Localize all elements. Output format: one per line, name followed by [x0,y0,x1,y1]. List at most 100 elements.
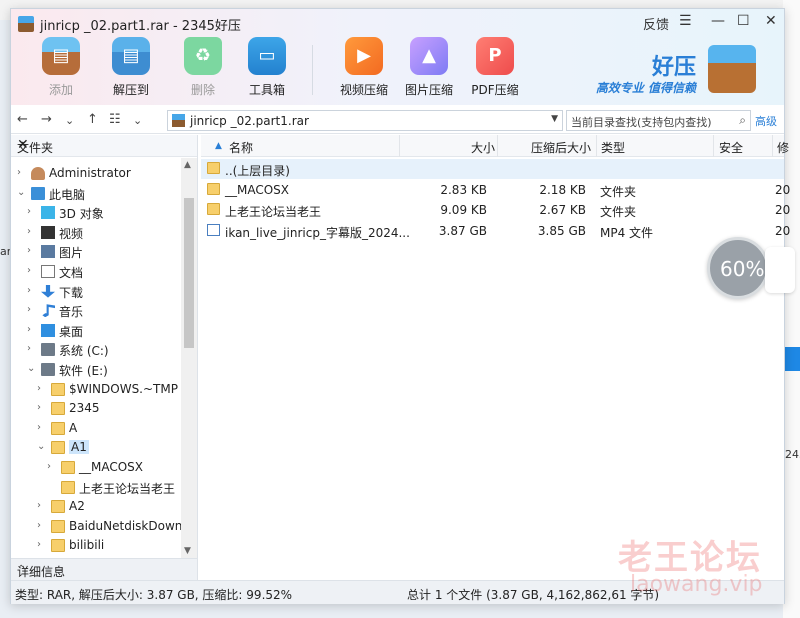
performance-gauge[interactable]: 60% [707,237,769,299]
back-arrow-icon[interactable]: ← [17,112,28,127]
tree-item[interactable]: › 视频 [11,223,181,242]
scroll-up-icon[interactable]: ▲ [184,160,191,170]
column-size[interactable]: 大小 [471,139,495,156]
column-name[interactable]: 名称 [229,139,253,156]
tree-item[interactable]: ⌄ 此电脑 [11,184,181,203]
extract-to-label: 解压到 [112,83,149,97]
scroll-thumb[interactable] [184,198,194,348]
forward-arrow-icon[interactable]: → [41,112,52,127]
tree-item[interactable]: › $WINDOWS.~TMP [11,380,181,399]
table-row[interactable]: ..(上层目录) [201,159,784,179]
view-dropdown-icon[interactable]: ⌄ [133,114,142,127]
expanded-arrow-icon[interactable]: ⌄ [27,363,35,374]
column-packed[interactable]: 压缩后大小 [531,139,591,156]
collapsed-arrow-icon[interactable]: › [27,245,31,256]
tree-scrollbar[interactable]: ▲ ▼ [181,158,197,558]
close-icon[interactable]: ✕ [765,13,777,29]
path-dropdown-icon[interactable]: ▼ [551,114,558,124]
expanded-arrow-icon[interactable]: ⌄ [17,187,25,198]
delete-glyph: ♻ [194,45,212,66]
details-panel-header[interactable]: 详细信息 ⌃ [11,558,198,580]
view-mode-icon[interactable]: ☷ [109,112,121,127]
table-row[interactable]: __MACOSX 2.83 KB 2.18 KB 文件夹 20 [201,180,790,200]
tree-item-label: Administrator [49,166,131,180]
folder-icon [51,382,65,396]
tree-item[interactable]: 上老王论坛当老王 [11,478,181,497]
collapsed-arrow-icon[interactable]: › [37,422,41,433]
tree-item[interactable]: › __MACOSX [11,458,181,477]
search-icon[interactable]: ⌕ [739,113,746,128]
folder-icon [51,421,65,435]
history-dropdown-icon[interactable]: ⌄ [65,114,74,127]
expanded-arrow-icon[interactable]: ⌄ [37,441,45,452]
table-row[interactable]: ikan_live_jinricp_字幕版_2024... 3.87 GB 3.85… [201,221,790,241]
collapsed-arrow-icon[interactable]: › [27,324,31,335]
image-compress-button[interactable]: ▲ 图片压缩 [398,37,460,98]
tree-item[interactable]: ⌄ A1 [11,438,181,457]
collapsed-arrow-icon[interactable]: › [27,226,31,237]
tree-item[interactable]: › 图片 [11,242,181,261]
delete-button[interactable]: ♻ 删除 [172,37,234,98]
expand-icon[interactable]: ⌃ [17,564,189,575]
minimize-icon[interactable]: — [711,13,725,29]
column-divider[interactable] [713,135,714,157]
toolbox-button[interactable]: ▭ 工具箱 [236,37,298,98]
tree-item[interactable]: › 桌面 [11,321,181,340]
tree-item[interactable]: › BaiduNetdiskDownl [11,517,181,536]
collapsed-arrow-icon[interactable]: › [37,539,41,550]
column-divider[interactable] [497,135,498,157]
column-divider[interactable] [399,135,400,157]
tree-item[interactable]: › bilibili [11,536,181,555]
file-list-header: ▲ 名称 大小 压缩后大小 类型 安全 修 [201,135,789,157]
tree-item-label: __MACOSX [79,460,144,474]
tree-item[interactable]: › 系统 (C:) [11,340,181,359]
tree-item[interactable]: › Administrator [11,164,181,183]
cell-name: ..(上层目录) [225,164,290,178]
tree-item[interactable]: › 下载 [11,282,181,301]
tree-item[interactable]: › 3D 对象 [11,203,181,222]
up-arrow-icon[interactable]: ↑ [87,112,98,127]
column-modified[interactable]: 修 [777,139,789,156]
collapsed-arrow-icon[interactable]: › [17,167,21,178]
scroll-down-icon[interactable]: ▼ [184,546,191,556]
column-divider[interactable] [596,135,597,157]
collapsed-arrow-icon[interactable]: › [27,285,31,296]
title-bar: jinricp _02.part1.rar - 2345好压 反馈 ☰ — ☐ … [11,9,784,105]
collapsed-arrow-icon[interactable]: › [37,402,41,413]
tree-item[interactable]: › 音乐 [11,301,181,320]
path-field[interactable]: jinricp _02.part1.rar ▼ [167,110,563,131]
folder-icon [207,162,220,174]
search-input[interactable]: 当前目录查找(支持包内查找) ⌕ [566,110,751,131]
collapsed-arrow-icon[interactable]: › [27,304,31,315]
cell-name: 上老王论坛当老王 [225,205,322,219]
menu-icon[interactable]: ☰ [679,13,692,29]
column-safe[interactable]: 安全 [719,139,743,156]
column-divider[interactable] [772,135,773,157]
close-tree-icon[interactable]: ✕ [17,137,191,153]
tree-item[interactable]: › 2345 [11,399,181,418]
feedback-button[interactable]: 反馈 [643,14,669,33]
background-right-text: 245 [785,448,800,461]
collapsed-arrow-icon[interactable]: › [27,265,31,276]
video-compress-button[interactable]: ▶ 视频压缩 [333,37,395,98]
maximize-icon[interactable]: ☐ [737,13,750,29]
tree-item[interactable]: › A2 [11,497,181,516]
collapsed-arrow-icon[interactable]: › [47,461,51,472]
tree-item[interactable]: ⌄ 软件 (E:) [11,360,181,379]
collapsed-arrow-icon[interactable]: › [37,520,41,531]
collapsed-arrow-icon[interactable]: › [27,206,31,217]
advanced-search-link[interactable]: 高级 [755,113,777,129]
extract-to-button[interactable]: ▤ 解压到 [100,37,162,98]
tree-item-label: $WINDOWS.~TMP [69,381,178,396]
tree-item[interactable]: › A [11,419,181,438]
pdf-compress-button[interactable]: P PDF压缩 [464,37,526,98]
table-row[interactable]: 上老王论坛当老王 9.09 KB 2.67 KB 文件夹 20 [201,200,790,220]
tree-item[interactable]: › 文档 [11,262,181,281]
collapsed-arrow-icon[interactable]: › [37,383,41,394]
collapsed-arrow-icon[interactable]: › [37,500,41,511]
app-icon [18,16,34,32]
column-type[interactable]: 类型 [601,139,625,156]
add-button[interactable]: ▤ 添加 [30,37,92,98]
brand-name: 好压 [651,55,696,80]
collapsed-arrow-icon[interactable]: › [27,343,31,354]
